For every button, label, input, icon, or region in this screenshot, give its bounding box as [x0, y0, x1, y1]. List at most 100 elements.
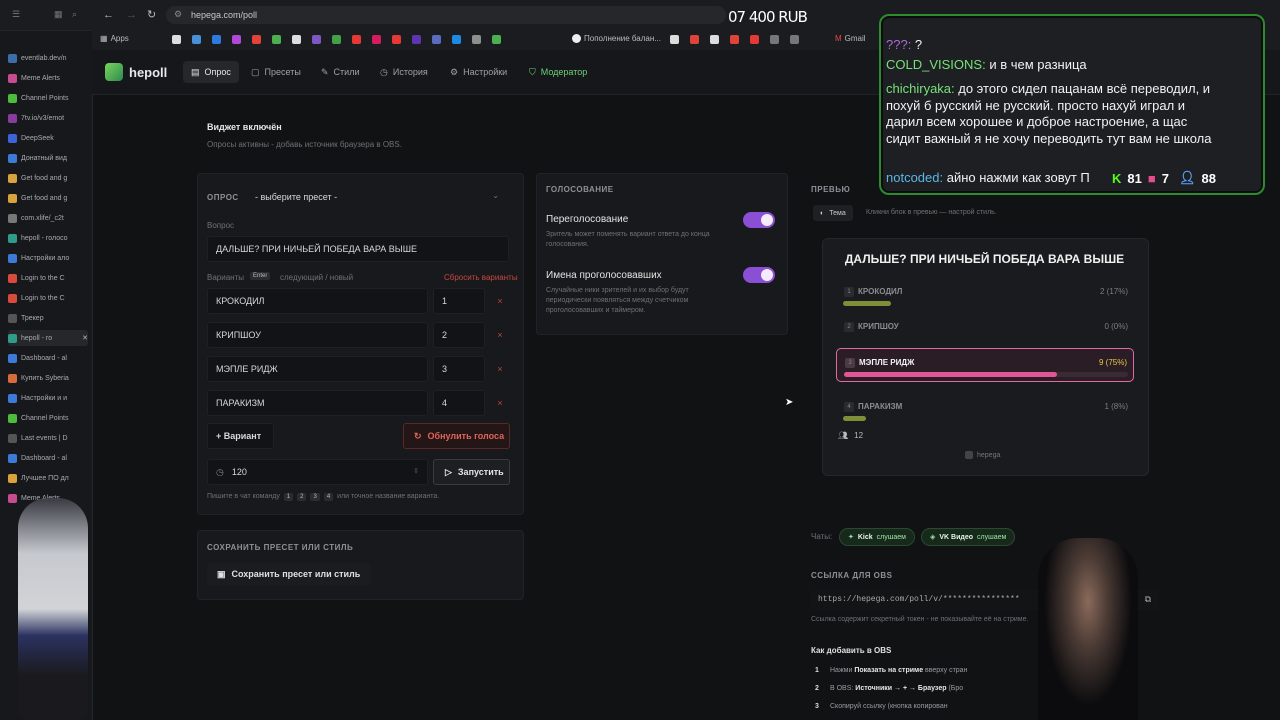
- add-variant-button[interactable]: + Вариант: [207, 423, 274, 449]
- bookmark-icon[interactable]: [790, 35, 799, 44]
- sidebar-tab[interactable]: DeepSeek: [8, 130, 88, 146]
- sidebar-tab[interactable]: hepoll - голосо: [8, 230, 88, 246]
- copy-icon[interactable]: ⧉: [1145, 594, 1151, 605]
- bookmark-icon[interactable]: [492, 35, 501, 44]
- remove-option-icon[interactable]: ×: [490, 288, 510, 314]
- search-icon[interactable]: ⌕: [72, 9, 77, 20]
- bookmark-apps[interactable]: ▦ Apps: [100, 34, 129, 43]
- preview-option[interactable]: 1 КРОКОДИЛ 2 (17%): [836, 278, 1134, 312]
- bookmark-icon[interactable]: [670, 35, 679, 44]
- sidebar-tab[interactable]: Get food and g: [8, 170, 88, 186]
- bookmark-icon[interactable]: [352, 35, 361, 44]
- option-name-input[interactable]: МЭПЛЕ РИДЖ: [207, 356, 428, 382]
- bookmark-icon[interactable]: [710, 35, 719, 44]
- sidebar-tab[interactable]: Login to the C: [8, 290, 88, 306]
- sidebar-tab[interactable]: eventlab.dev/n: [8, 50, 88, 66]
- forward-icon[interactable]: →: [126, 9, 137, 21]
- remove-option-icon[interactable]: ×: [490, 390, 510, 416]
- question-input[interactable]: ДАЛЬШЕ? ПРИ НИЧЬЕЙ ПОБЕДА ВАРА ВЫШЕ: [207, 236, 509, 262]
- sidebar-tab[interactable]: com.xlife/_c2t: [8, 210, 88, 226]
- sidebar-tab[interactable]: Meme Alerts: [8, 70, 88, 86]
- back-icon[interactable]: ←: [103, 9, 114, 21]
- sidebar-tab[interactable]: Dashboard - al: [8, 350, 88, 366]
- preview-option[interactable]: 4 ПАРАКИЗМ 1 (8%): [836, 393, 1134, 427]
- bookmark-icon[interactable]: [372, 35, 381, 44]
- tab-settings[interactable]: ⚙ Настройки: [442, 61, 515, 83]
- voter-names-toggle[interactable]: [743, 267, 775, 283]
- sidebar-tab[interactable]: Get food and g: [8, 190, 88, 206]
- tab-history[interactable]: ◷ История: [372, 61, 436, 83]
- option-key-input[interactable]: 2: [433, 322, 485, 348]
- save-preset-button[interactable]: ▣ Сохранить пресет или стиль: [207, 563, 371, 585]
- tabs-icon[interactable]: ☰: [12, 9, 20, 20]
- bookmark-icon[interactable]: [472, 35, 481, 44]
- remove-option-icon[interactable]: ×: [490, 322, 510, 348]
- tab-moderator[interactable]: ⛉ Модератор: [521, 61, 595, 83]
- kick-chat-chip[interactable]: ✦ Kick слушаем: [839, 528, 915, 546]
- bookmark-icon[interactable]: [690, 35, 699, 44]
- bookmark-icon[interactable]: [252, 35, 261, 44]
- tab-presets[interactable]: ▢ Пресеты: [243, 61, 309, 83]
- option-key-input[interactable]: 4: [433, 390, 485, 416]
- bookmark-icon[interactable]: [292, 35, 301, 44]
- sidebar-tab[interactable]: Channel Points: [8, 410, 88, 426]
- bookmark-icon[interactable]: [272, 35, 281, 44]
- tab-poll[interactable]: ▤ Опрос: [183, 61, 239, 83]
- sidebar-tab[interactable]: Трекер: [8, 310, 88, 326]
- sidebar-tab-label: Login to the C: [21, 274, 65, 282]
- tab-styles[interactable]: ✎ Стили: [313, 61, 367, 83]
- sidebar-tab[interactable]: Last events | D: [8, 430, 88, 446]
- bookmark-icon[interactable]: [232, 35, 241, 44]
- sidebar-tab[interactable]: Настройки ало: [8, 250, 88, 266]
- bookmark-icon[interactable]: [432, 35, 441, 44]
- bookmark-icon[interactable]: [192, 35, 201, 44]
- sidebar-tab[interactable]: 7tv.io/v3/emot: [8, 110, 88, 126]
- bookmark-icon[interactable]: [750, 35, 759, 44]
- address-bar[interactable]: ⚙ hepega.com/poll: [166, 6, 726, 24]
- close-tab-icon[interactable]: ✕: [82, 334, 88, 342]
- sidebar-tab[interactable]: Dashboard - al: [8, 450, 88, 466]
- bookmark-icon[interactable]: [452, 35, 461, 44]
- start-poll-button[interactable]: ▷ Запустить: [433, 459, 510, 485]
- sidebar-tab[interactable]: Донатный вид: [8, 150, 88, 166]
- sidebar-tab[interactable]: Login to the C: [8, 270, 88, 286]
- timer-input[interactable]: ◷ 120 ⇕: [207, 459, 428, 485]
- revote-toggle[interactable]: [743, 212, 775, 228]
- bookmark-icon[interactable]: [332, 35, 341, 44]
- sidebar-tab[interactable]: Настройки и и: [8, 390, 88, 406]
- bookmark-icon[interactable]: [770, 35, 779, 44]
- preview-option[interactable]: 2 КРИПШОУ 0 (0%): [836, 313, 1134, 347]
- url-text[interactable]: hepega.com/poll: [191, 10, 257, 20]
- sidebar-tab[interactable]: Channel Points: [8, 90, 88, 106]
- bookmark-gmail[interactable]: M Gmail: [835, 34, 866, 43]
- sidebar-tab[interactable]: hepoll - го ✕: [8, 330, 88, 346]
- theme-tab[interactable]: ◐ Тема: [813, 205, 853, 221]
- bookmark-icon[interactable]: [172, 35, 181, 44]
- sidebar-tab[interactable]: Лучшее ПО дл: [8, 470, 88, 486]
- stepper-icon[interactable]: ⇕: [413, 467, 419, 475]
- option-key-input[interactable]: 3: [433, 356, 485, 382]
- bookmark-icon[interactable]: [412, 35, 421, 44]
- bookmark-icon[interactable]: [730, 35, 739, 44]
- bookmark-topup[interactable]: Пополнение балан...: [572, 34, 661, 43]
- preview-option[interactable]: 3 МЭПЛЕ РИДЖ 9 (75%): [836, 348, 1134, 382]
- grid-icon[interactable]: ▦: [54, 9, 63, 20]
- option-key-input[interactable]: 1: [433, 288, 485, 314]
- reset-variants-link[interactable]: Сбросить варианты: [444, 273, 518, 282]
- reset-votes-button[interactable]: ↻ Обнулить голоса: [403, 423, 510, 449]
- chat-nick: notcoded:: [886, 170, 944, 185]
- app-logo-text[interactable]: hepoll: [129, 65, 167, 80]
- sidebar-tab[interactable]: Купить Syberia: [8, 370, 88, 386]
- option-name-input[interactable]: КРОКОДИЛ: [207, 288, 428, 314]
- option-name-input[interactable]: КРИПШОУ: [207, 322, 428, 348]
- chat-message: ???: ?: [886, 36, 922, 53]
- reload-icon[interactable]: ↻: [147, 8, 156, 21]
- remove-option-icon[interactable]: ×: [490, 356, 510, 382]
- preset-select[interactable]: - выберите пресет - ⌄: [247, 186, 509, 208]
- bookmark-icon[interactable]: [392, 35, 401, 44]
- site-info-icon[interactable]: ⚙: [174, 9, 182, 20]
- bookmark-icon[interactable]: [312, 35, 321, 44]
- vk-chat-chip[interactable]: ◈ VK Видео слушаем: [921, 528, 1016, 546]
- bookmark-icon[interactable]: [212, 35, 221, 44]
- option-name-input[interactable]: ПАРАКИЗМ: [207, 390, 428, 416]
